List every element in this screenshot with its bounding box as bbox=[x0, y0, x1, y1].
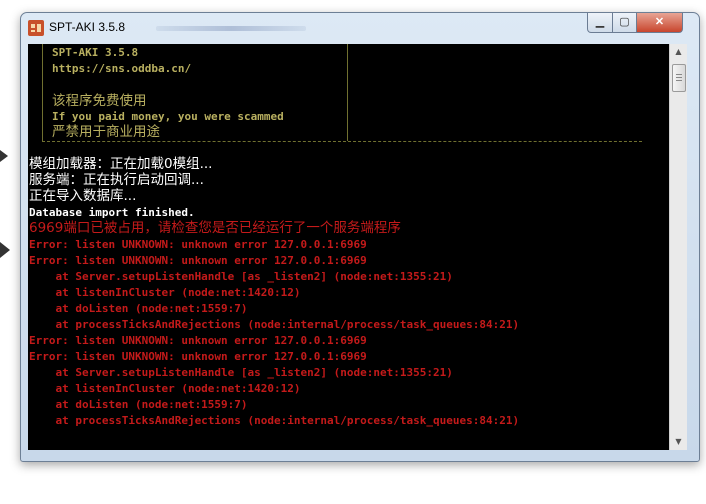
console-line: at processTicksAndRejections (node:inter… bbox=[29, 414, 520, 427]
vertical-scrollbar[interactable]: ▲ ▼ bbox=[669, 44, 687, 450]
grip-line bbox=[676, 77, 682, 78]
console-line: 6969端口已被占用，请检查您是否已经运行了一个服务端程序 bbox=[29, 220, 401, 236]
minimize-button[interactable]: ▁ bbox=[587, 13, 613, 33]
banner-line: If you paid money, you were scammed bbox=[52, 110, 284, 123]
console-line: Error: listen UNKNOWN: unknown error 127… bbox=[29, 238, 367, 251]
minimize-icon: ▁ bbox=[595, 16, 605, 28]
console-line: at Server.setupListenHandle [as _listen2… bbox=[29, 366, 453, 379]
banner-box-bottom-border bbox=[42, 141, 642, 142]
maximize-button[interactable]: ▢ bbox=[612, 13, 637, 33]
scroll-up-button[interactable]: ▲ bbox=[670, 44, 687, 60]
banner-box-left-border bbox=[42, 44, 43, 141]
console-line: Error: listen UNKNOWN: unknown error 127… bbox=[29, 334, 367, 347]
console-line: at listenInCluster (node:net:1420:12) bbox=[29, 286, 301, 299]
console-line: at Server.setupListenHandle [as _listen2… bbox=[29, 270, 453, 283]
console-line: at doListen (node:net:1559:7) bbox=[29, 302, 248, 315]
console-line: at doListen (node:net:1559:7) bbox=[29, 398, 248, 411]
scroll-down-button[interactable]: ▼ bbox=[670, 434, 687, 450]
grip-line bbox=[676, 80, 682, 81]
console-line: Database import finished. bbox=[29, 206, 195, 219]
banner-line: 严禁用于商业用途 bbox=[52, 124, 160, 140]
grip-line bbox=[676, 74, 682, 75]
console-line: Error: listen UNKNOWN: unknown error 127… bbox=[29, 350, 367, 363]
close-button[interactable]: ✕ bbox=[636, 13, 683, 33]
console-line: 正在导入数据库... bbox=[29, 188, 137, 204]
arrow-up-icon: ▲ bbox=[675, 47, 682, 56]
banner-line: 该程序免费使用 bbox=[52, 93, 147, 109]
app-icon bbox=[28, 20, 44, 36]
title-bar[interactable]: SPT-AKI 3.5.8 ▁ ▢ ✕ bbox=[21, 13, 699, 43]
console-line: 模组加载器：正在加载0模组... bbox=[29, 156, 213, 172]
console-line: at processTicksAndRejections (node:inter… bbox=[29, 318, 520, 331]
scrollbar-thumb[interactable] bbox=[672, 64, 686, 92]
maximize-icon: ▢ bbox=[619, 16, 630, 28]
console-output[interactable]: SPT-AKI 3.5.8 https://sns.oddba.cn/ 该程序免… bbox=[28, 44, 669, 450]
banner-line: SPT-AKI 3.5.8 bbox=[52, 46, 139, 59]
arrow-down-icon: ▼ bbox=[675, 437, 682, 446]
console-window: SPT-AKI 3.5.8 ▁ ▢ ✕ SPT-AKI 3.5.8 https:… bbox=[20, 12, 700, 462]
close-icon: ✕ bbox=[654, 16, 665, 28]
blurred-title-area bbox=[156, 26, 306, 31]
console-line: Error: listen UNKNOWN: unknown error 127… bbox=[29, 254, 367, 267]
banner-box-divider bbox=[347, 44, 348, 141]
console-line: at listenInCluster (node:net:1420:12) bbox=[29, 382, 301, 395]
window-title: SPT-AKI 3.5.8 bbox=[49, 20, 126, 34]
background-arrow-icon bbox=[0, 150, 10, 258]
console-line: 服务端：正在执行启动回调... bbox=[29, 172, 204, 188]
banner-line: https://sns.oddba.cn/ bbox=[52, 62, 192, 75]
